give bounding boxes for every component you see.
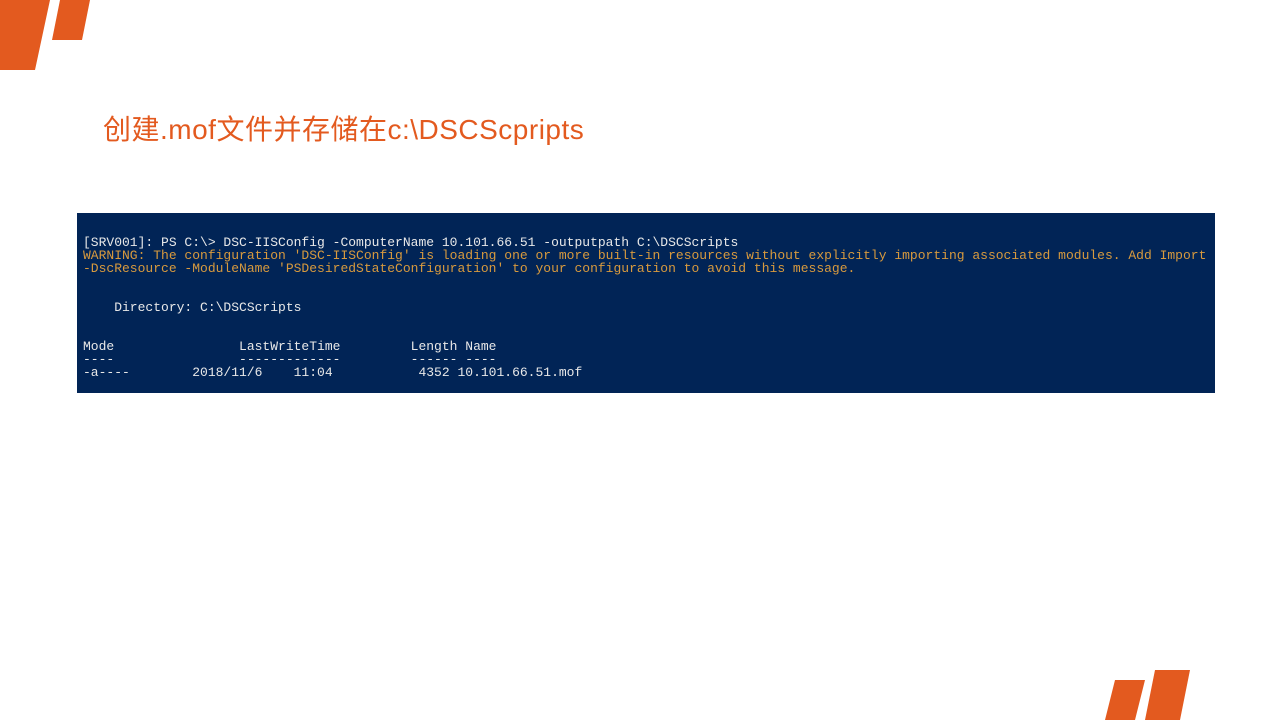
top-left-accent-shape: [0, 0, 110, 70]
terminal-warning-line-2: -DscResource -ModuleName 'PSDesiredState…: [83, 261, 855, 276]
terminal-table-row: -a---- 2018/11/6 11:04 4352 10.101.66.51…: [83, 365, 582, 380]
bottom-right-accent-shape: [1100, 670, 1190, 720]
terminal-directory-line: Directory: C:\DSCScripts: [83, 300, 301, 315]
powershell-terminal: [SRV001]: PS C:\> DSC-IISConfig -Compute…: [77, 213, 1215, 393]
slide-title: 创建.mof文件并存储在c:\DSCScpripts: [103, 108, 584, 148]
